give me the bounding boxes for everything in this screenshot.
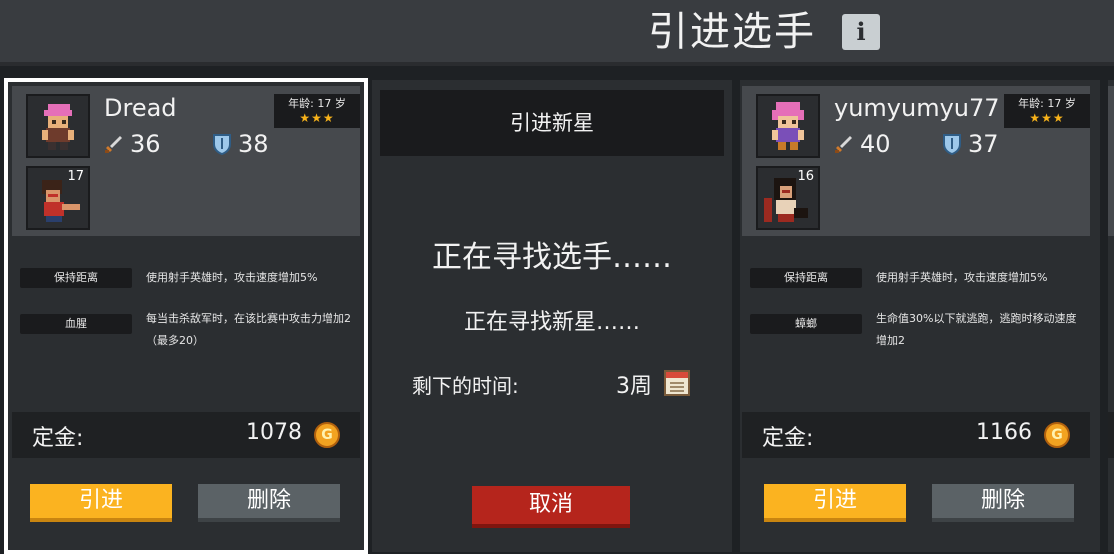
calendar-icon — [664, 370, 690, 396]
traits-panel: 保持距离 使用射手英雄时，攻击速度增加5% 蟑螂 生命值30%以下就逃跑，逃跑时… — [742, 240, 1090, 410]
remaining-time-value: 3周 — [616, 374, 652, 399]
trait-tag: 蟑螂 — [750, 314, 862, 334]
shield-icon — [943, 134, 961, 155]
traits-panel: 保持距离 使用射手英雄时，攻击速度增加5% 血腥 每当击杀敌军时，在该比赛中攻击… — [12, 240, 360, 410]
fee-bar: 定金: 1078 G — [12, 412, 360, 458]
fee-amount: 1078 — [246, 420, 302, 445]
trait-desc: 使用射手英雄时，攻击速度增加5% — [146, 271, 318, 284]
coin-icon: G — [1044, 422, 1070, 448]
trait-tag: 保持距离 — [20, 268, 132, 288]
trait-desc: 使用射手英雄时，攻击速度增加5% — [876, 271, 1048, 284]
age-badge: 年龄: 17 岁 ★★★ — [1004, 94, 1090, 128]
player-sprite-icon — [772, 102, 804, 150]
searching-status: 正在寻找选手…… — [432, 240, 672, 275]
fee-bar: 定金: 1166 G — [742, 412, 1090, 458]
sword-icon — [835, 136, 852, 153]
fee-amount: 1166 — [976, 420, 1032, 445]
search-heading: 引进新星 — [380, 90, 724, 156]
coin-icon: G — [314, 422, 340, 448]
next-card-fee-edge — [1108, 412, 1114, 458]
attack-stat: 36 — [104, 130, 161, 158]
defense-stat: 38 — [212, 130, 269, 158]
scout-search-card: 引进新星 正在寻找选手…… 正在寻找新星…… 剩下的时间: 3周 取消 — [372, 80, 732, 552]
searching-substatus: 正在寻找新星…… — [463, 310, 640, 335]
trait-tag: 保持距离 — [750, 268, 862, 288]
page-title: 引进选手 — [648, 9, 816, 55]
age-badge: 年龄: 17 岁 ★★★ — [274, 94, 360, 128]
pet-avatar: 17 — [26, 166, 90, 230]
age-label: 年龄: 17 岁 — [1018, 97, 1076, 110]
defense-value: 38 — [238, 130, 269, 158]
pet-level: 16 — [797, 169, 814, 184]
recruit-button[interactable]: 引进 — [30, 484, 172, 522]
star-rating: ★★★ — [299, 111, 335, 125]
fee-label: 定金: — [762, 426, 814, 451]
player-card-dread[interactable]: 17 Dread 36 38 年龄: 17 岁 ★★★ 保持距离 使用射手英雄时 — [4, 78, 368, 554]
star-rating: ★★★ — [1029, 111, 1065, 125]
player-name: Dread — [104, 94, 177, 122]
trait-tag: 血腥 — [20, 314, 132, 334]
cancel-button[interactable]: 取消 — [472, 486, 630, 528]
next-card-header-edge — [1108, 86, 1114, 236]
trait-desc: 每当击杀敌军时，在该比赛中攻击力增加2（最多20） — [146, 312, 351, 347]
attack-stat: 40 — [834, 130, 891, 158]
attack-value: 40 — [860, 130, 891, 158]
delete-button[interactable]: 删除 — [932, 484, 1074, 522]
player-card-yumyumyu77[interactable]: 16 yumyumyu77 40 37 年龄: 17 岁 ★★★ 保持距离 使用 — [740, 80, 1100, 552]
fee-label: 定金: — [32, 426, 84, 451]
age-label: 年龄: 17 岁 — [288, 97, 346, 110]
recruit-button[interactable]: 引进 — [764, 484, 906, 522]
player-avatar — [756, 94, 820, 158]
player-avatar — [26, 94, 90, 158]
pet-avatar: 16 — [756, 166, 820, 230]
attack-value: 36 — [130, 130, 161, 158]
player-name: yumyumyu77 — [834, 94, 1000, 122]
player-sprite-icon — [42, 104, 74, 150]
shield-icon — [213, 134, 231, 155]
delete-button[interactable]: 删除 — [198, 484, 340, 522]
info-icon[interactable]: i — [842, 14, 880, 50]
trait-desc: 生命值30%以下就逃跑，逃跑时移动速度增加2 — [876, 312, 1077, 347]
player-header: 16 yumyumyu77 40 37 年龄: 17 岁 ★★★ — [742, 86, 1090, 236]
sword-icon — [105, 136, 122, 153]
defense-stat: 37 — [942, 130, 999, 158]
top-bar: 引进选手 i — [0, 0, 1114, 66]
defense-value: 37 — [968, 130, 999, 158]
remaining-time-label: 剩下的时间: — [412, 374, 519, 398]
pet-level: 17 — [67, 169, 84, 184]
player-header: 17 Dread 36 38 年龄: 17 岁 ★★★ — [12, 86, 360, 236]
